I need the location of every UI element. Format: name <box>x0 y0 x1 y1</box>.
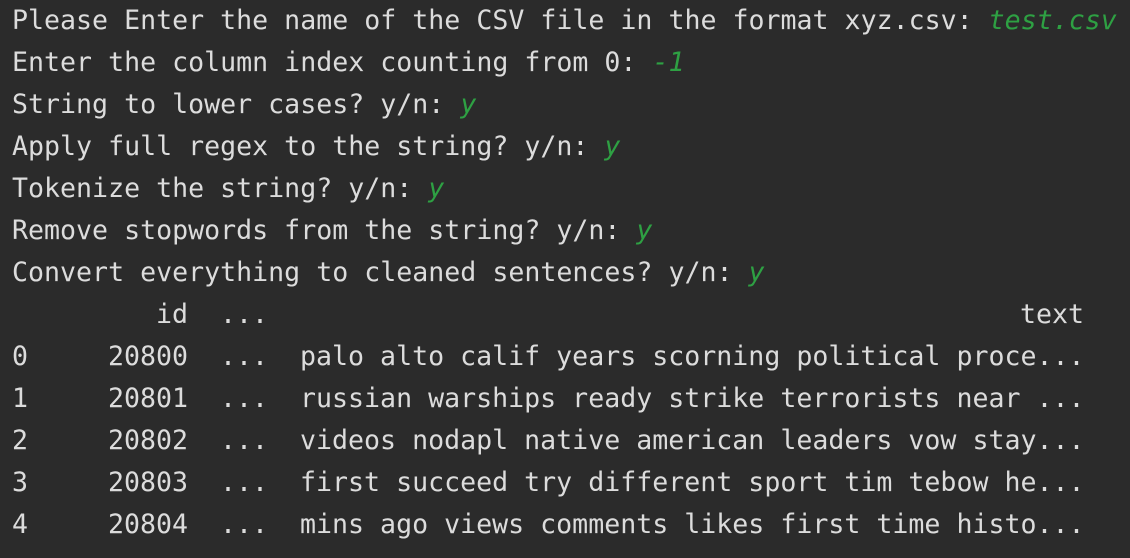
row-text: palo alto calif years scorning political… <box>300 341 1085 372</box>
dataframe-row: 1 20801 ... russian warships ready strik… <box>12 383 1112 415</box>
prompt-line-tokenize: Tokenize the string? y/n: y <box>12 173 444 205</box>
user-input-value: y <box>428 173 445 204</box>
row-text: russian warships ready strike terrorists… <box>300 383 1085 414</box>
row-index: 4 <box>12 509 29 540</box>
prompt-line-sentences: Convert everything to cleaned sentences?… <box>12 257 765 289</box>
prompt-question: String to lower cases? y/n: <box>12 89 461 120</box>
prompt-question: Apply full regex to the string? y/n: <box>12 131 605 162</box>
user-input-value: y <box>636 215 653 246</box>
prompt-question: Convert everything to cleaned sentences?… <box>12 257 749 288</box>
row-text: first succeed try different sport tim te… <box>300 467 1085 498</box>
row-ellipsis: ... <box>220 383 269 414</box>
prompt-question: Enter the column index counting from 0: <box>12 47 653 78</box>
row-text: videos nodapl native american leaders vo… <box>300 425 1085 456</box>
user-input-value: y <box>604 131 621 162</box>
row-text: mins ago views comments likes first time… <box>300 509 1085 540</box>
prompt-question: Tokenize the string? y/n: <box>12 173 429 204</box>
prompt-question: Please Enter the name of the CSV file in… <box>12 5 989 36</box>
column-header-ellipsis: ... <box>220 299 269 330</box>
console-output[interactable]: Please Enter the name of the CSV file in… <box>0 0 1130 558</box>
dataframe-row: 2 20802 ... videos nodapl native america… <box>12 425 1112 457</box>
dataframe-header: id ... text <box>12 299 1112 331</box>
row-ellipsis: ... <box>220 509 269 540</box>
row-id: 20801 <box>108 383 189 414</box>
column-header-text: text <box>1020 299 1085 330</box>
prompt-line-regex: Apply full regex to the string? y/n: y <box>12 131 620 163</box>
row-index: 2 <box>12 425 29 456</box>
row-id: 20804 <box>108 509 189 540</box>
row-ellipsis: ... <box>220 425 269 456</box>
user-input-value: -1 <box>652 47 685 78</box>
prompt-line-lower-case: String to lower cases? y/n: y <box>12 89 476 121</box>
row-id: 20803 <box>108 467 189 498</box>
prompt-line-csv-file: Please Enter the name of the CSV file in… <box>12 5 1117 37</box>
row-index: 3 <box>12 467 29 498</box>
row-ellipsis: ... <box>220 467 269 498</box>
row-index: 1 <box>12 383 29 414</box>
row-index: 0 <box>12 341 29 372</box>
user-input-value: y <box>460 89 477 120</box>
dataframe-row: 4 20804 ... mins ago views comments like… <box>12 509 1112 541</box>
prompt-question: Remove stopwords from the string? y/n: <box>12 215 637 246</box>
row-id: 20800 <box>108 341 189 372</box>
row-id: 20802 <box>108 425 189 456</box>
column-header-id: id <box>156 299 189 330</box>
user-input-value: test.csv <box>988 5 1117 36</box>
prompt-line-column-index: Enter the column index counting from 0: … <box>12 47 684 79</box>
dataframe-row: 3 20803 ... first succeed try different … <box>12 467 1112 499</box>
row-ellipsis: ... <box>220 341 269 372</box>
user-input-value: y <box>748 257 765 288</box>
prompt-line-stopwords: Remove stopwords from the string? y/n: y <box>12 215 652 247</box>
dataframe-row: 0 20800 ... palo alto calif years scorni… <box>12 341 1112 373</box>
